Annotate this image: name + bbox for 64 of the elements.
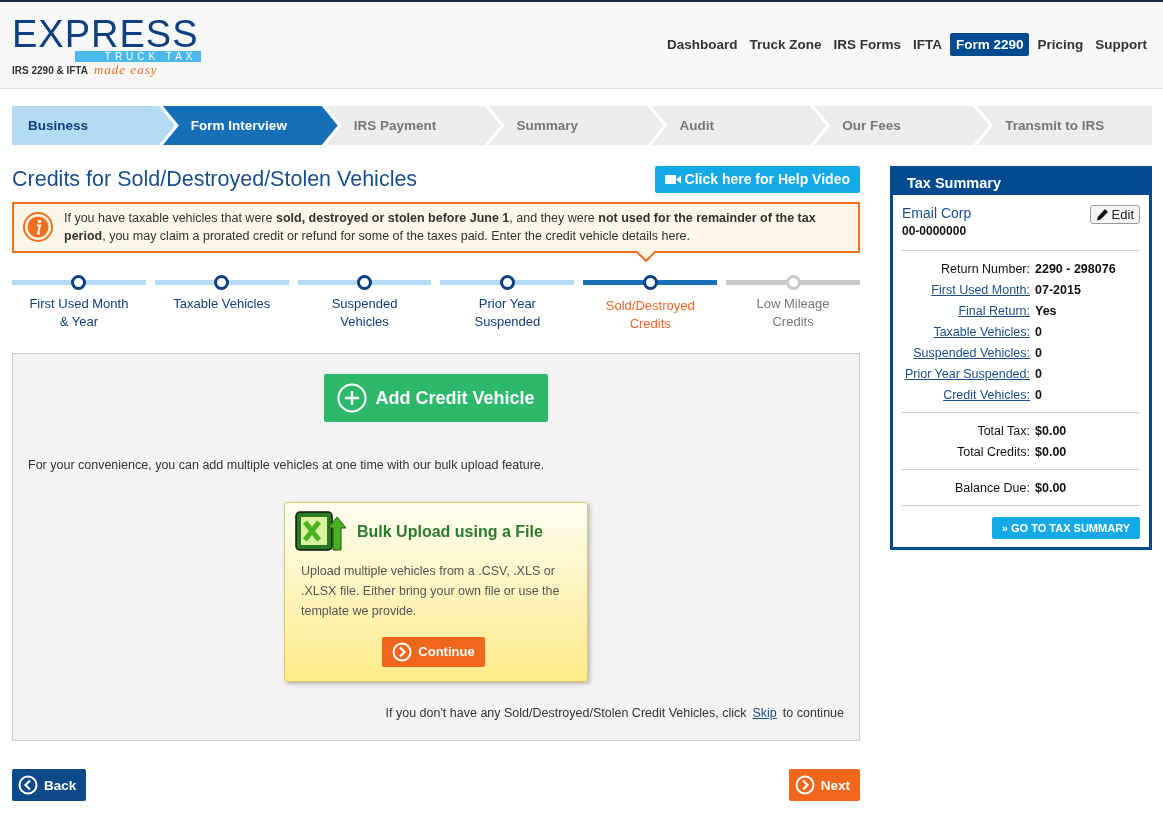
summary-link[interactable]: Final Return: xyxy=(902,304,1030,318)
bulk-upload-title: Bulk Upload using a File xyxy=(357,522,543,541)
spreadsheet-upload-icon xyxy=(295,510,347,553)
info-message: If you have taxable vehicles that were sold, destroyed or stolen before June 1, and they were not used for the remainder of the tax period, you may claim a prorated credit or refund for some of the taxes paid. Enter the credit vehicle details here. xyxy=(64,210,817,245)
info-icon xyxy=(22,211,54,243)
business-ein: 00-0000000 xyxy=(902,224,968,238)
chevron-circle-icon xyxy=(18,775,38,795)
nav-link[interactable]: Pricing xyxy=(1033,32,1088,56)
summary-value: 0 xyxy=(1035,325,1043,339)
pencil-icon xyxy=(1095,208,1109,221)
summary-link[interactable]: Taxable Vehicles: xyxy=(902,325,1030,339)
summary-link[interactable]: Suspended Vehicles: xyxy=(902,346,1030,360)
summary-value: 0 xyxy=(1035,367,1043,381)
nav-link[interactable]: IFTA xyxy=(908,32,946,56)
bulk-upload-description: Upload multiple vehicles from a .CSV, .XLS or .XLSX file. Either bring your own file or use the template we provide. xyxy=(301,562,561,620)
nav-link[interactable]: Dashboard xyxy=(662,32,742,56)
business-name: Email Corp xyxy=(902,205,972,221)
video-camera-icon xyxy=(664,173,681,185)
summary-value: $0.00 xyxy=(1035,481,1068,495)
wizard-step[interactable]: Audit xyxy=(651,106,827,145)
summary-label: Total Tax: xyxy=(976,424,1030,438)
skip-hint-end: to continue xyxy=(782,706,844,720)
skip-link[interactable]: Skip xyxy=(752,706,777,720)
logo-slogan: made easy xyxy=(93,61,158,78)
step-label[interactable]: Low Mileage Credits xyxy=(743,295,844,331)
summary-value: Yes xyxy=(1035,304,1058,318)
summary-label: Balance Due: xyxy=(953,481,1030,495)
edit-button[interactable]: Edit xyxy=(1089,205,1140,224)
wizard-step[interactable]: Summary xyxy=(488,106,664,145)
wizard-step[interactable]: Transmit to IRS xyxy=(977,106,1152,145)
nav-link[interactable]: IRS Forms xyxy=(829,32,905,56)
summary-value: $0.00 xyxy=(1035,445,1068,459)
chevron-circle-icon xyxy=(794,775,815,795)
step-label[interactable]: Taxable Vehicles xyxy=(171,295,272,313)
summary-label: Total Credits: xyxy=(956,445,1030,459)
plus-circle-icon xyxy=(337,383,368,413)
step-label[interactable]: Prior Year Suspended xyxy=(457,295,558,331)
logo-tagline: IRS 2290 & IFTA xyxy=(12,64,88,76)
back-button[interactable]: Back xyxy=(12,769,87,801)
summary-label: Return Number: xyxy=(940,262,1030,276)
summary-link[interactable]: First Used Month: xyxy=(902,283,1030,297)
nav-link[interactable]: Truck Zone xyxy=(745,32,826,56)
summary-value: 0 xyxy=(1035,346,1043,360)
logo-wordmark: EXPRESS xyxy=(12,16,199,51)
page-title: Credits for Sold/Destroyed/Stolen Vehicles xyxy=(12,167,418,192)
wizard-step[interactable]: Our Fees xyxy=(814,106,990,145)
wizard-step[interactable]: Form Interview xyxy=(162,106,338,145)
step-label[interactable]: First Used Month & Year xyxy=(28,295,129,331)
summary-value: 2290 - 298076 xyxy=(1035,262,1117,276)
skip-hint: If you don't have any Sold/Destroyed/Stolen Credit Vehicles, click xyxy=(385,706,747,720)
summary-link[interactable]: Credit Vehicles: xyxy=(902,388,1030,402)
summary-value: 07-2015 xyxy=(1035,283,1082,297)
step-label[interactable]: Suspended Vehicles xyxy=(314,295,415,331)
wizard-step[interactable]: IRS Payment xyxy=(325,106,501,145)
summary-link[interactable]: Prior Year Suspended: xyxy=(902,367,1030,381)
chevron-circle-icon xyxy=(392,641,413,662)
wizard-step[interactable]: Business xyxy=(12,106,175,145)
nav-link[interactable]: Support xyxy=(1091,32,1151,56)
summary-value: $0.00 xyxy=(1035,424,1068,438)
nav-link[interactable]: Form 2290 xyxy=(949,32,1030,56)
bulk-intro-text: For your convenience, you can add multiple vehicles at one time with our bulk upload feature. xyxy=(28,458,545,472)
logo-subtitle: TRUCK TAX xyxy=(74,50,201,62)
summary-value: 0 xyxy=(1035,388,1043,402)
panel-title: Tax Summary xyxy=(893,169,1149,195)
